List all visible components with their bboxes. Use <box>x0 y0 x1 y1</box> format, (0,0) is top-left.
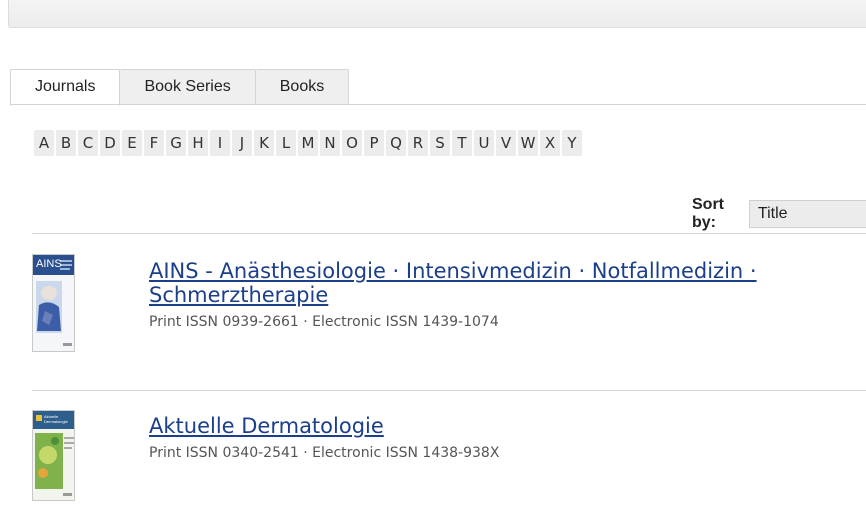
top-search-bar <box>8 0 866 28</box>
tab-book-series[interactable]: Book Series <box>120 69 256 105</box>
journal-cover-ains[interactable]: AINS <box>32 254 75 352</box>
tab-books[interactable]: Books <box>255 69 350 105</box>
letter-s[interactable]: S <box>430 130 450 156</box>
letter-a[interactable]: A <box>34 130 54 156</box>
journal-title-line1: AINS - Anästhesiologie · Intensivmedizin… <box>149 259 757 283</box>
journal-title-ains[interactable]: AINS - Anästhesiologie · Intensivmedizin… <box>149 259 757 307</box>
tab-journals[interactable]: Journals <box>10 69 121 106</box>
letter-w[interactable]: W <box>518 130 538 156</box>
journal-title-aktuelle-dermatologie[interactable]: Aktuelle Dermatologie <box>149 414 384 438</box>
letter-r[interactable]: R <box>408 130 428 156</box>
letter-f[interactable]: F <box>144 130 164 156</box>
sort-control: Sort by: Title <box>692 196 866 232</box>
letter-e[interactable]: E <box>122 130 142 156</box>
letter-q[interactable]: Q <box>386 130 406 156</box>
ains-cover-text: AINS <box>36 258 62 270</box>
dermatologie-cover-image <box>33 411 74 500</box>
letter-t[interactable]: T <box>452 130 472 156</box>
journal-title-line2: Schmerztherapie <box>149 283 329 307</box>
list-divider <box>32 390 866 391</box>
letter-j[interactable]: J <box>232 130 252 156</box>
letter-m[interactable]: M <box>298 130 318 156</box>
sort-label: Sort by: <box>692 196 724 231</box>
letter-b[interactable]: B <box>56 130 76 156</box>
letter-x[interactable]: X <box>540 130 560 156</box>
letter-h[interactable]: H <box>188 130 208 156</box>
journal-cover-aktuelle-dermatologie[interactable]: Aktuelle Dermatologie <box>32 410 75 501</box>
letter-v[interactable]: V <box>496 130 516 156</box>
letter-n[interactable]: N <box>320 130 340 156</box>
letter-g[interactable]: G <box>166 130 186 156</box>
list-divider <box>32 233 866 234</box>
letter-i[interactable]: I <box>210 130 230 156</box>
letter-p[interactable]: P <box>364 130 384 156</box>
letter-l[interactable]: L <box>276 130 296 156</box>
journal-issn-aktuelle-dermatologie: Print ISSN 0340-2541 · Electronic ISSN 1… <box>149 445 500 461</box>
letter-u[interactable]: U <box>474 130 494 156</box>
tab-divider <box>10 104 866 105</box>
alphabet-filter: A B C D E F G H I J K L M N O P Q R S T … <box>34 130 584 156</box>
letter-k[interactable]: K <box>254 130 274 156</box>
letter-d[interactable]: D <box>100 130 120 156</box>
letter-y[interactable]: Y <box>562 130 582 156</box>
letter-o[interactable]: O <box>342 130 362 156</box>
dermatologie-cover-text: Aktuelle Dermatologie <box>44 414 68 424</box>
sort-select[interactable]: Title <box>748 200 866 228</box>
content-type-tabs: Journals Book Series Books <box>10 69 350 106</box>
letter-c[interactable]: C <box>78 130 98 156</box>
journal-issn-ains: Print ISSN 0939-2661 · Electronic ISSN 1… <box>149 314 499 330</box>
